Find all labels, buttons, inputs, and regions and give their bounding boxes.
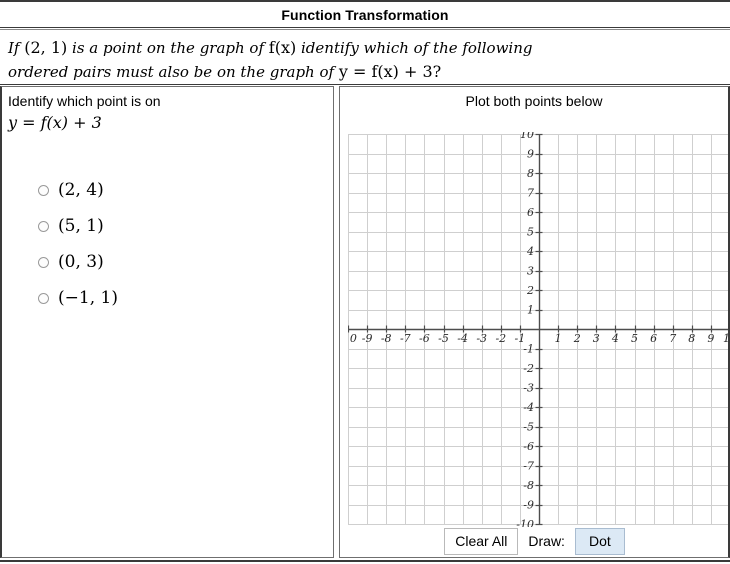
y-tick-label: -3 — [523, 382, 534, 395]
y-tick-label: 10 — [520, 132, 534, 141]
prompt-line-2-pre: ordered pairs must also be on the graph … — [8, 63, 339, 81]
y-tick-label: 9 — [527, 148, 534, 161]
x-tick-label: -7 — [400, 332, 411, 345]
x-tick-label: 9 — [707, 332, 714, 345]
x-tick-label: 10 — [723, 332, 730, 345]
y-tick-label: 4 — [526, 245, 534, 258]
x-tick-label: -9 — [362, 332, 373, 345]
x-tick-label: 5 — [631, 332, 638, 345]
answer-option-4[interactable]: (−1, 1) — [2, 280, 333, 316]
answer-option-label: (2, 4) — [58, 179, 104, 200]
answer-instruction-equation: y = f(x) + 3 — [8, 113, 102, 132]
x-tick-label: 8 — [688, 332, 695, 345]
answer-option-1[interactable]: (2, 4) — [2, 172, 333, 208]
x-tick-label: -8 — [381, 332, 392, 345]
bottom-frame-rule — [0, 560, 730, 562]
x-tick-label: 3 — [593, 332, 600, 345]
graph-toolbar: Clear All Draw: Dot — [340, 525, 728, 557]
x-tick-label: -4 — [457, 332, 468, 345]
answer-option-label: (−1, 1) — [58, 287, 118, 308]
y-tick-label: 7 — [527, 187, 534, 200]
function-transformation-app: Function Transformation If (2, 1) is a p… — [0, 0, 730, 564]
graph-panel: Plot both points below -10 -9 -8 -7 -6 -5 -4 -3… — [339, 86, 730, 558]
answer-option-label: (0, 3) — [58, 251, 104, 272]
answer-instruction: Identify which point is on — [8, 93, 161, 109]
header-bar: Function Transformation — [0, 0, 730, 28]
y-tick-label: 3 — [527, 265, 534, 278]
x-tick-label: -5 — [438, 332, 449, 345]
x-tick-label: 7 — [669, 332, 676, 345]
x-tick-label: 6 — [650, 332, 657, 345]
answer-option-2[interactable]: (5, 1) — [2, 208, 333, 244]
x-tick-label: -6 — [419, 332, 430, 345]
coordinate-plane-svg[interactable]: -10-9-8-7-6-5-4-3-2-11234567891010987654… — [348, 132, 730, 527]
x-tick-label: 1 — [555, 332, 562, 345]
radio-icon[interactable] — [38, 220, 49, 232]
y-tick-label: -7 — [523, 460, 534, 473]
y-tick-label: -8 — [523, 479, 534, 492]
y-tick-label: -6 — [523, 440, 534, 453]
x-tick-label: 4 — [611, 332, 619, 345]
prompt-function: f(x) — [268, 38, 297, 57]
y-tick-label: 5 — [527, 226, 534, 239]
prompt-line-1-post: identify which of the following — [296, 39, 533, 57]
draw-mode-label: Draw: — [528, 533, 565, 549]
prompt-point: (2, 1) — [24, 38, 68, 57]
x-tick-label: -10 — [348, 332, 357, 345]
y-tick-label: -9 — [523, 499, 534, 512]
x-tick-label: 2 — [573, 332, 581, 345]
x-tick-label: -2 — [495, 332, 506, 345]
y-tick-label: -2 — [523, 362, 534, 375]
y-tick-label: 2 — [526, 284, 534, 297]
clear-all-button[interactable]: Clear All — [444, 527, 519, 555]
coordinate-grid[interactable]: -10-9-8-7-6-5-4-3-2-11234567891010987654… — [348, 132, 730, 527]
prompt-line-2: ordered pairs must also be on the graph … — [8, 60, 722, 84]
y-tick-label: -5 — [523, 421, 534, 434]
radio-icon[interactable] — [38, 184, 49, 196]
y-tick-label: 8 — [527, 167, 534, 180]
y-tick-label: 6 — [527, 206, 534, 219]
answer-panel: Identify which point is on y = f(x) + 3 … — [0, 86, 334, 558]
draw-tool-dot-button[interactable]: Dot — [574, 527, 625, 555]
y-tick-label: -1 — [523, 343, 534, 356]
prompt-line-1-mid: is a point on the graph of — [67, 39, 269, 57]
x-tick-label: -3 — [476, 332, 487, 345]
graph-panel-title: Plot both points below — [465, 93, 603, 109]
question-prompt: If (2, 1) is a point on the graph of f(x… — [0, 29, 730, 85]
answer-option-3[interactable]: (0, 3) — [2, 244, 333, 280]
radio-icon[interactable] — [38, 256, 49, 268]
answer-option-label: (5, 1) — [58, 215, 104, 236]
prompt-line-1-pre: If — [8, 39, 25, 57]
y-tick-label: 1 — [527, 304, 534, 317]
radio-icon[interactable] — [38, 292, 49, 304]
page-title: Function Transformation — [281, 6, 449, 23]
y-tick-label: -4 — [523, 401, 534, 414]
answer-options-list: (2, 4) (5, 1) (0, 3) (−1, 1) — [2, 172, 333, 316]
prompt-line-1: If (2, 1) is a point on the graph of f(x… — [8, 36, 722, 60]
prompt-equation: y = f(x) + 3? — [338, 62, 442, 81]
